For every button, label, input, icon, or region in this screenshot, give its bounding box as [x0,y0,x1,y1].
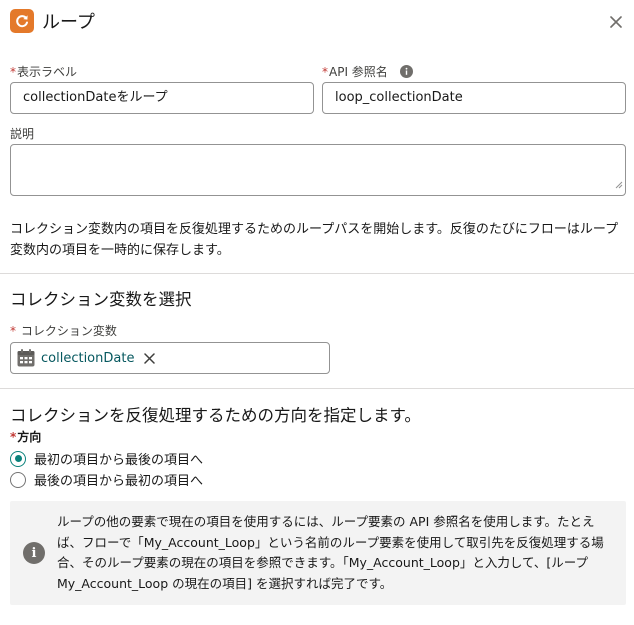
api-name-input[interactable]: loop_collectionDate [322,82,626,114]
radio-first-to-last[interactable]: 最初の項目から最後の項目へ [10,449,203,468]
radio-button-checked[interactable] [10,450,26,467]
description-textarea[interactable] [10,144,626,196]
info-notice: i ループの他の要素で現在の項目を使用するには、ループ要素の API 参照名を使… [10,501,626,605]
api-name-label: *API 参照名 [322,63,413,81]
resize-handle-icon[interactable] [615,178,623,193]
modal-header: ループ [0,0,634,44]
info-icon[interactable] [399,64,413,81]
collection-variable-label-text: コレクション変数 [20,324,117,338]
collection-pill[interactable]: collectionDate [14,346,162,370]
direction-label: *方向 [10,428,41,445]
remove-pill-icon[interactable] [142,351,156,365]
display-label-text: 表示ラベル [17,65,78,79]
collection-variable-label: * コレクション変数 [10,322,117,339]
required-mark: * [322,65,328,79]
collection-section-title: コレクション変数を選択 [10,290,192,309]
loop-icon [10,9,34,33]
required-mark: * [10,65,16,79]
help-text: コレクション変数内の項目を反復処理するためのループパスを開始します。反復のたびに… [10,222,619,258]
api-name-text: API 参照名 [329,65,388,79]
radio-button[interactable] [10,471,26,488]
collection-variable-input[interactable]: collectionDate [10,342,330,374]
divider [0,273,634,274]
radio-label: 最後の項目から最初の項目へ [34,474,204,489]
display-label-input[interactable]: collectionDateをループ [10,82,314,114]
collection-pill-label: collectionDate [41,350,135,366]
direction-label-text: 方向 [17,430,42,444]
divider [0,388,634,389]
description-label: 説明 [10,127,35,141]
info-icon: i [23,542,45,564]
notice-text: ループの他の要素で現在の項目を使用するには、ループ要素の API 参照名を使用し… [57,514,604,591]
radio-last-to-first[interactable]: 最後の項目から最初の項目へ [10,470,203,489]
required-mark: * [10,430,17,444]
display-label-label: *表示ラベル [10,63,77,80]
radio-label: 最初の項目から最後の項目へ [34,453,204,468]
calendar-icon [17,349,35,367]
required-mark: * [10,324,16,338]
direction-section-title: コレクションを反復処理するための方向を指定します。 [10,406,421,425]
close-icon[interactable] [606,12,626,32]
modal-title: ループ [42,12,95,33]
